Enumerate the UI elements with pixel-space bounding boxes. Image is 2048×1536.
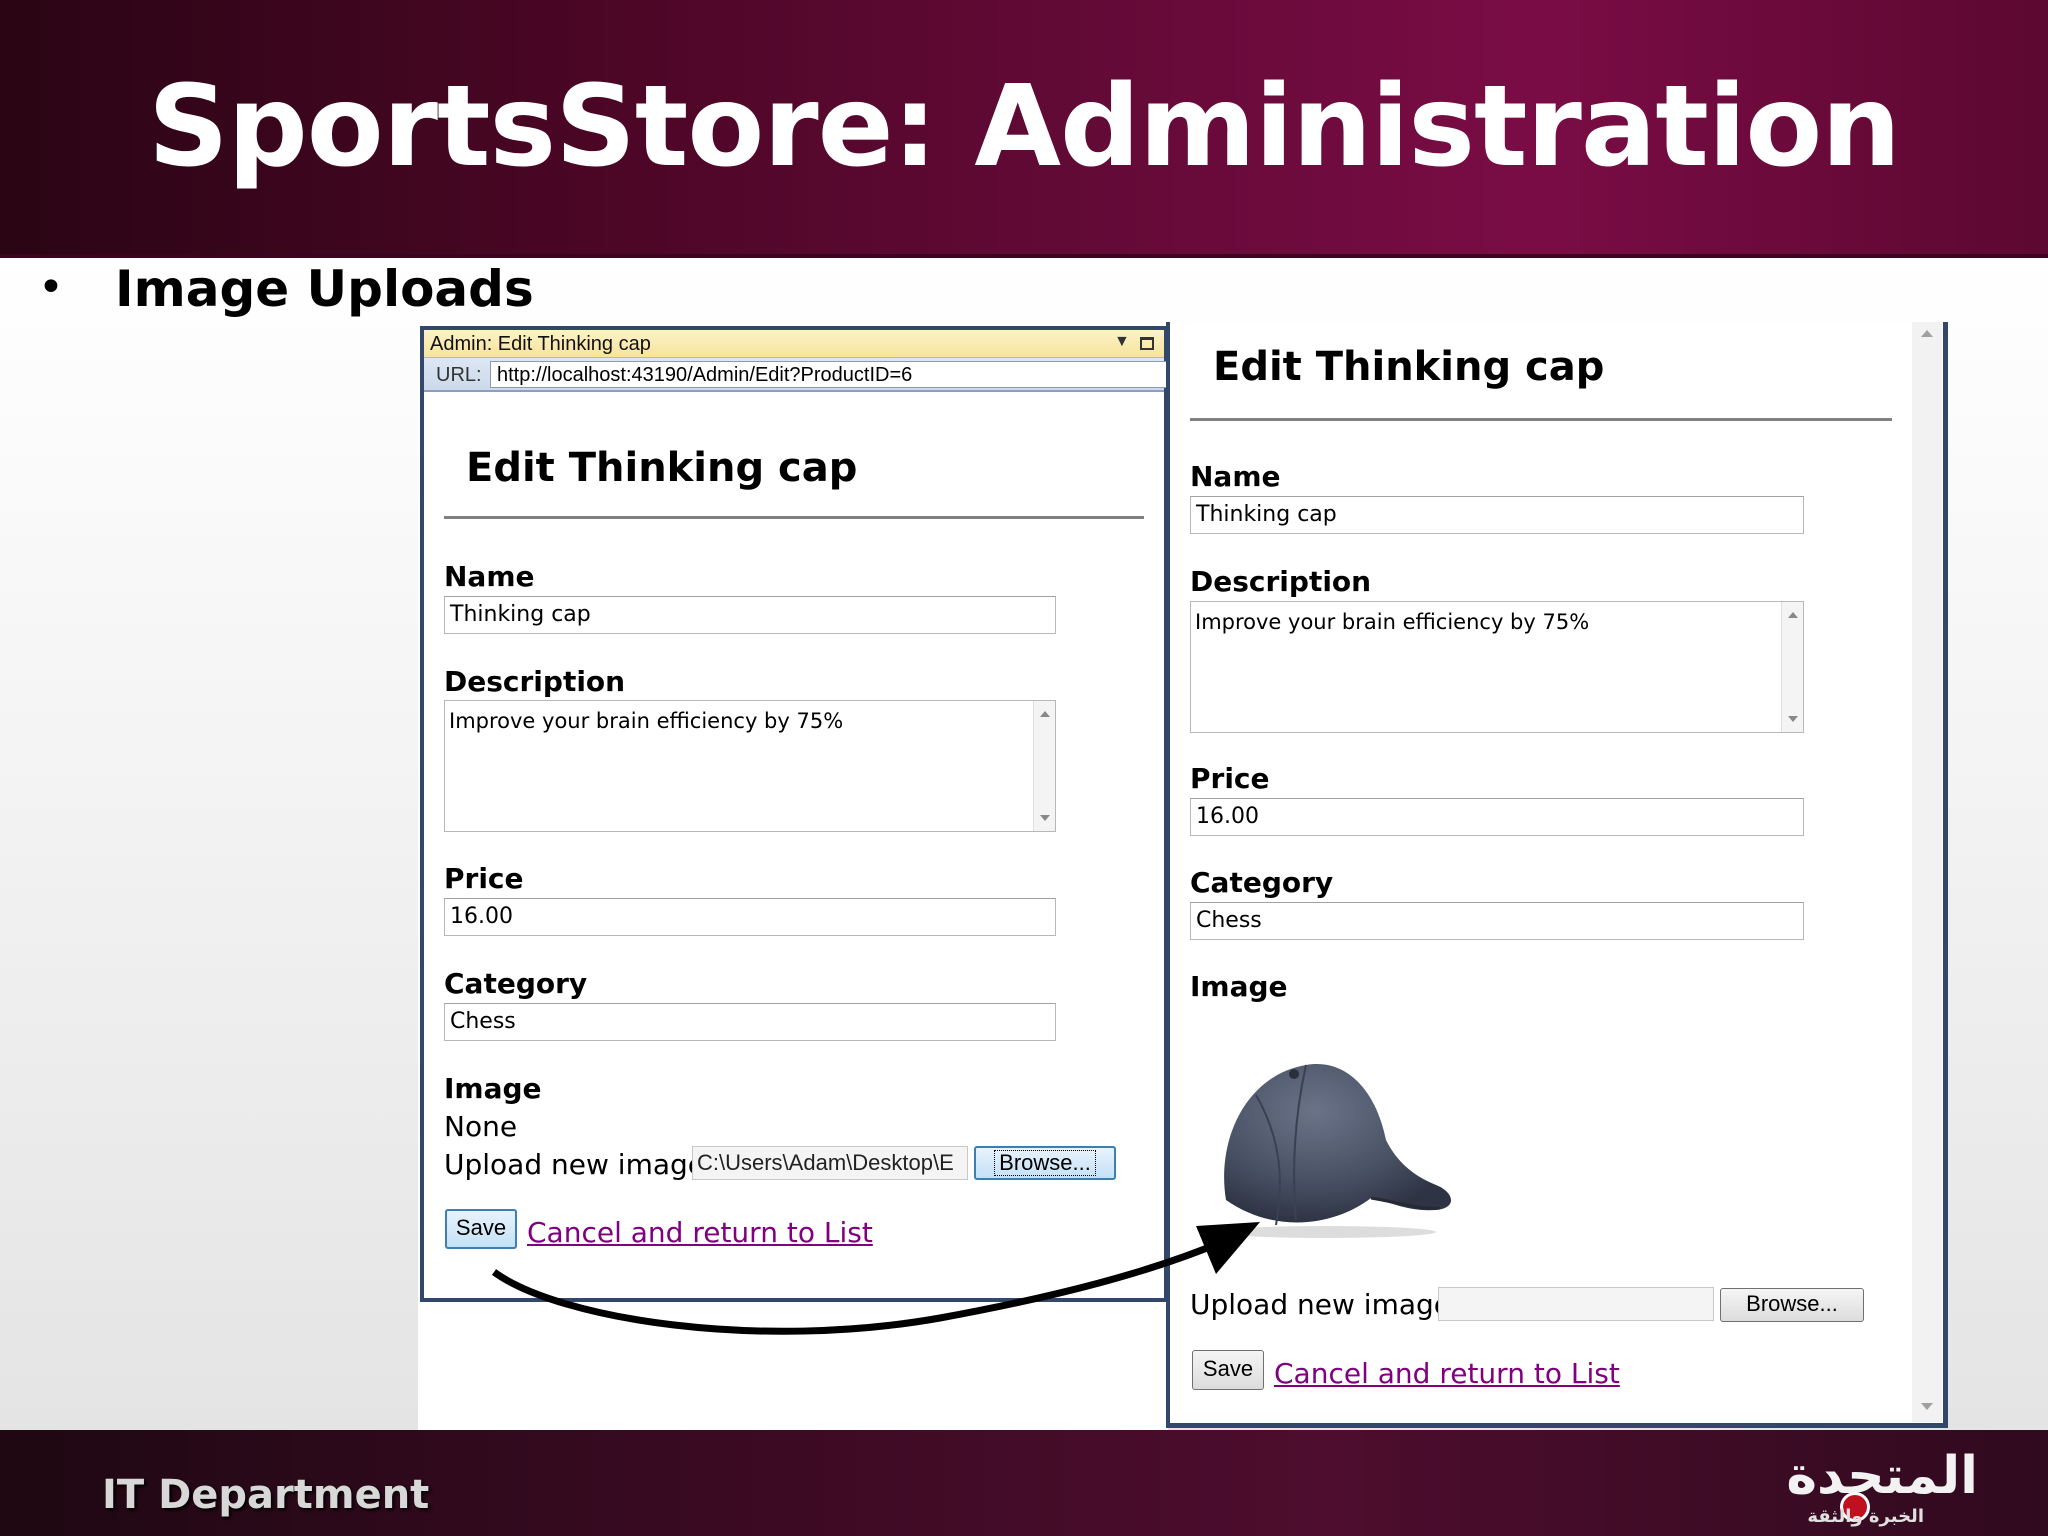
price-input[interactable]: 16.00 xyxy=(444,898,1056,936)
cancel-link[interactable]: Cancel and return to List xyxy=(527,1216,873,1249)
scroll-down-icon[interactable] xyxy=(1788,716,1798,722)
name-input[interactable]: Thinking cap xyxy=(1190,496,1804,534)
description-text: Improve your brain efficiency by 75% xyxy=(1195,610,1590,634)
logo-text: المتحدة xyxy=(1786,1446,1978,1506)
window-title: Admin: Edit Thinking cap xyxy=(430,333,651,355)
save-button[interactable]: Save xyxy=(445,1209,517,1249)
image-label: Image xyxy=(444,1072,542,1105)
description-textarea[interactable]: Improve your brain efficiency by 75% xyxy=(1190,601,1804,733)
heading-divider xyxy=(444,516,1144,519)
browse-button[interactable]: Browse... xyxy=(1720,1288,1864,1322)
heading-divider xyxy=(1190,418,1892,421)
description-label: Description xyxy=(1190,565,1372,598)
url-bar: URL: http://localhost:43190/Admin/Edit?P… xyxy=(424,358,1170,392)
logo-tagline: الخبرة والثقة xyxy=(1807,1506,1924,1527)
description-text: Improve your brain efficiency by 75% xyxy=(449,709,844,733)
upload-path-input[interactable]: C:\Users\Adam\Desktop\E xyxy=(692,1146,968,1180)
page-scrollbar[interactable] xyxy=(1912,322,1942,1422)
textarea-scrollbar[interactable] xyxy=(1033,701,1055,831)
scroll-up-icon[interactable] xyxy=(1921,330,1933,337)
upload-label: Upload new image: xyxy=(1190,1288,1461,1321)
textarea-scrollbar[interactable] xyxy=(1781,602,1803,732)
cancel-link[interactable]: Cancel and return to List xyxy=(1274,1357,1620,1390)
price-label: Price xyxy=(444,862,524,895)
scroll-up-icon[interactable] xyxy=(1040,711,1050,717)
browse-button[interactable]: Browse... xyxy=(974,1146,1116,1180)
dropdown-icon[interactable]: ▼ xyxy=(1114,333,1130,351)
scroll-down-icon[interactable] xyxy=(1040,815,1050,821)
url-label: URL: xyxy=(436,364,482,386)
page-title: Edit Thinking cap xyxy=(1213,344,1605,390)
scroll-up-icon[interactable] xyxy=(1788,612,1798,618)
image-none-text: None xyxy=(444,1110,518,1143)
bullet-text: Image Uploads xyxy=(115,260,534,318)
slide-title: SportsStore: Administration xyxy=(147,62,1901,192)
save-button[interactable]: Save xyxy=(1192,1350,1264,1390)
price-label: Price xyxy=(1190,762,1270,795)
product-image xyxy=(1196,1050,1466,1240)
url-field[interactable]: http://localhost:43190/Admin/Edit?Produc… xyxy=(490,361,1170,388)
category-input[interactable]: Chess xyxy=(444,1003,1056,1041)
price-input[interactable]: 16.00 xyxy=(1190,798,1804,836)
description-label: Description xyxy=(444,665,626,698)
page-title: Edit Thinking cap xyxy=(466,445,858,491)
company-logo: المتحدة الخبرة والثقة xyxy=(1722,1446,1984,1532)
upload-label: Upload new image: xyxy=(444,1148,715,1181)
cap-icon xyxy=(1216,1064,1452,1238)
name-label: Name xyxy=(444,560,535,593)
footer-department: IT Department xyxy=(102,1472,430,1518)
scroll-down-icon[interactable] xyxy=(1921,1403,1933,1410)
name-input[interactable]: Thinking cap xyxy=(444,596,1056,634)
slide-header: SportsStore: Administration xyxy=(0,0,2048,258)
bullet-marker: • xyxy=(38,262,64,313)
category-input[interactable]: Chess xyxy=(1190,902,1804,940)
category-label: Category xyxy=(1190,866,1334,899)
image-label: Image xyxy=(1190,970,1288,1003)
name-label: Name xyxy=(1190,460,1281,493)
browse-button-label: Browse... xyxy=(994,1150,1096,1176)
description-textarea[interactable]: Improve your brain efficiency by 75% xyxy=(444,700,1056,832)
maximize-icon[interactable] xyxy=(1140,337,1154,350)
window-titlebar: Admin: Edit Thinking cap ▼ xyxy=(424,330,1164,358)
upload-path-input[interactable] xyxy=(1438,1287,1714,1321)
category-label: Category xyxy=(444,967,588,1000)
